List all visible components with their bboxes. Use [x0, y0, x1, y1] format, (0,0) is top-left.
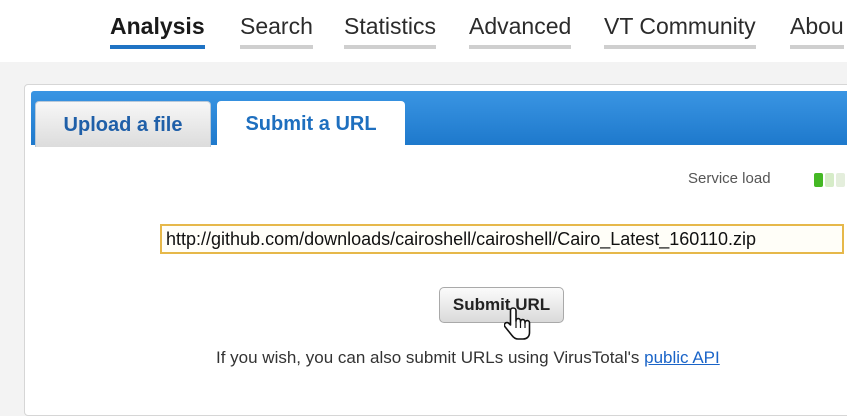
top-navigation: Analysis Search Statistics Advanced VT C… — [0, 0, 847, 62]
service-load-segment — [836, 172, 845, 187]
nav-vt-community[interactable]: VT Community — [604, 12, 756, 49]
nav-analysis[interactable]: Analysis — [110, 12, 205, 49]
nav-statistics[interactable]: Statistics — [344, 12, 437, 49]
tab-submit-url[interactable]: Submit a URL — [217, 101, 405, 151]
nav-about[interactable]: Abou — [790, 12, 844, 49]
service-load-label: Service load — [688, 170, 771, 187]
service-load-segment — [814, 172, 823, 187]
tab-bar: Upload a file Submit a URL — [31, 91, 847, 151]
tab-upload-file[interactable]: Upload a file — [35, 101, 211, 147]
hand-pointer-icon — [504, 307, 531, 340]
submit-url-button[interactable]: Submit URL — [439, 287, 564, 323]
service-load-segment — [825, 172, 834, 187]
api-note: If you wish, you can also submit URLs us… — [216, 348, 720, 368]
url-input[interactable] — [160, 224, 844, 254]
api-note-text: If you wish, you can also submit URLs us… — [216, 348, 645, 367]
nav-search[interactable]: Search — [240, 12, 313, 49]
service-load-indicator — [814, 171, 847, 189]
nav-advanced[interactable]: Advanced — [469, 12, 572, 49]
public-api-link[interactable]: public API — [644, 348, 720, 367]
